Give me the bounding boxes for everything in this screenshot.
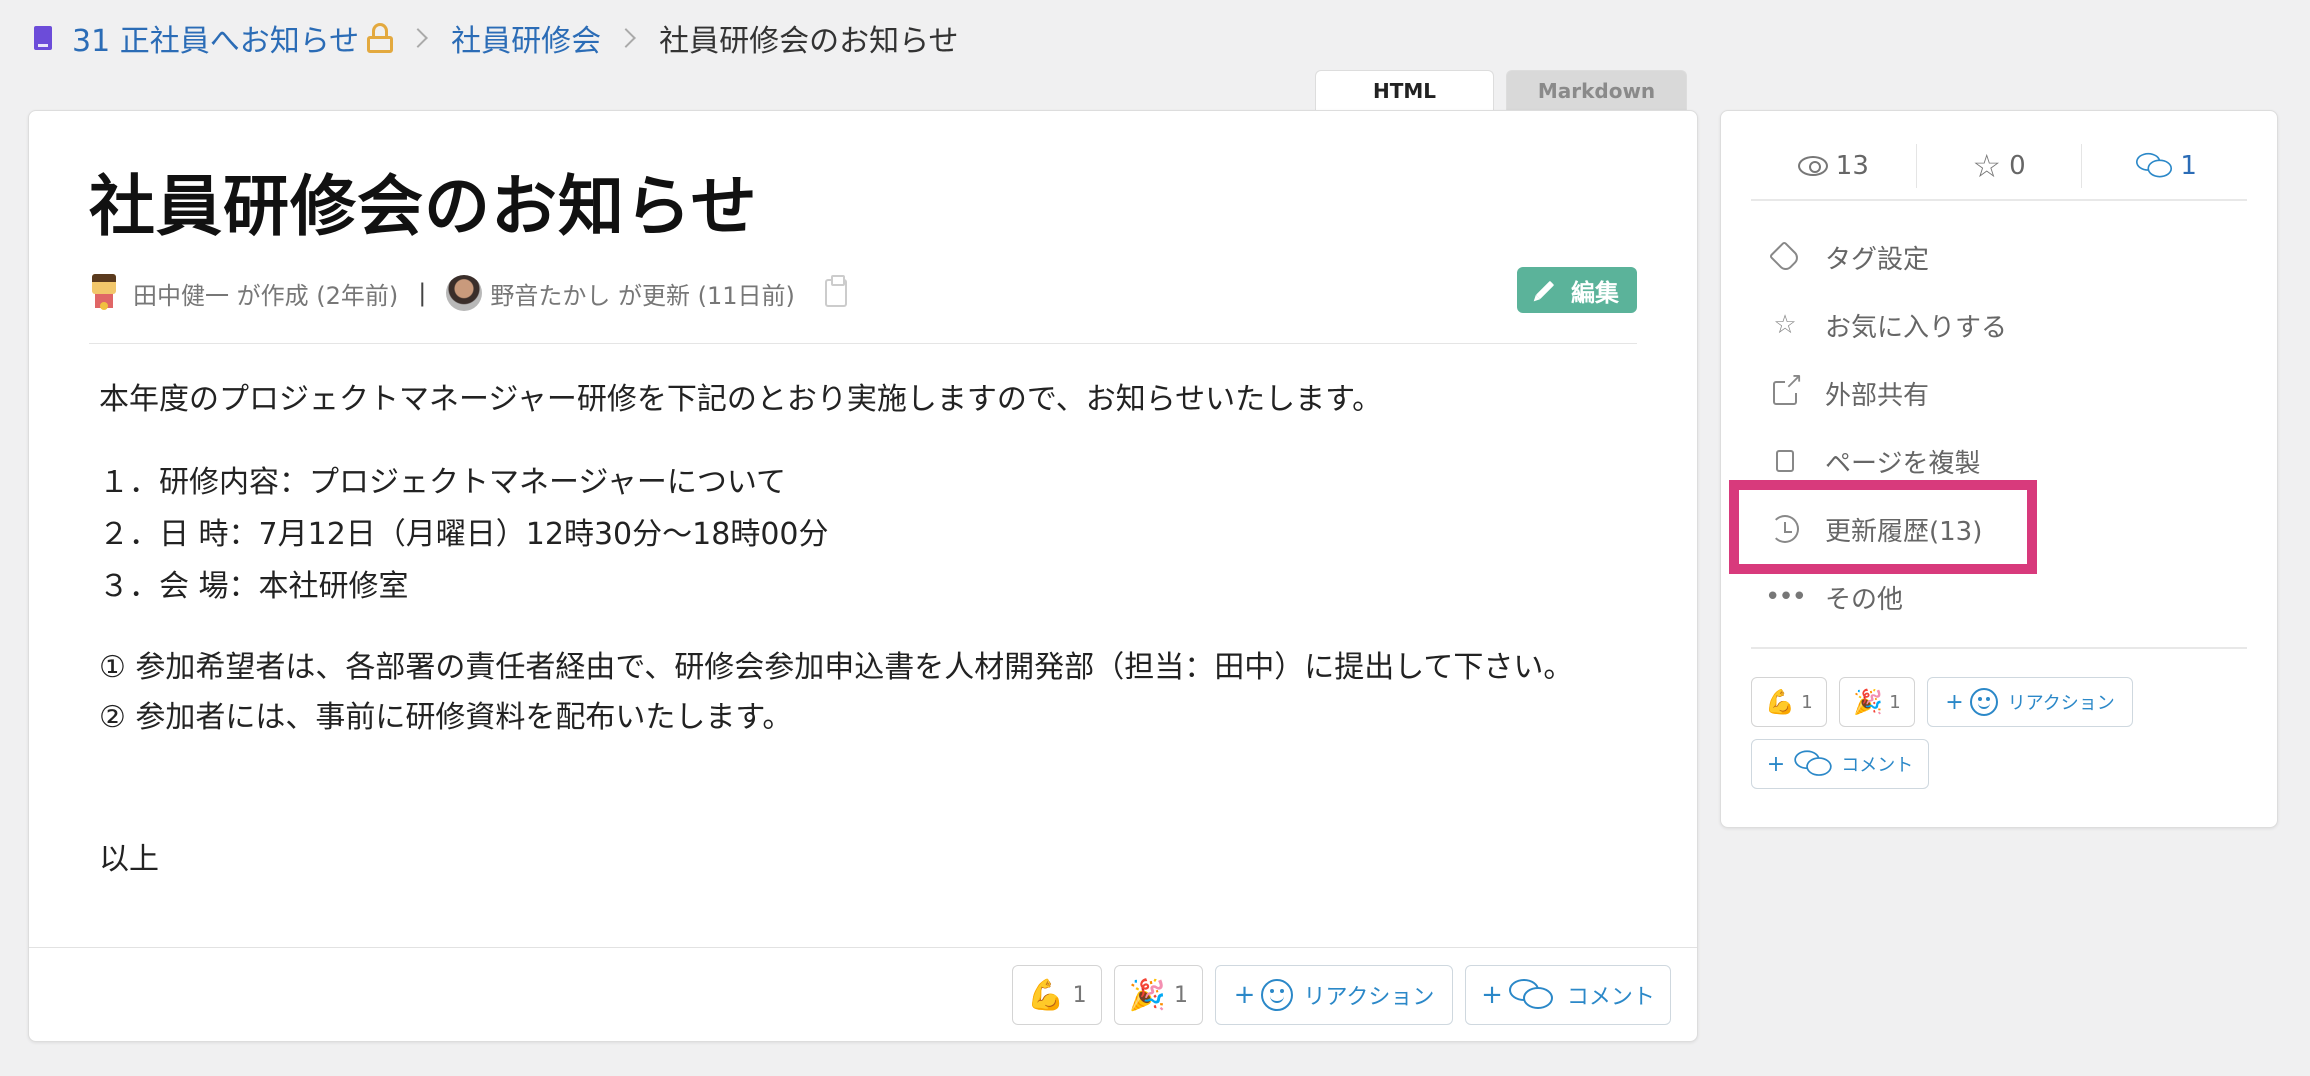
note-item: ① 参加希望者は、各部署の責任者経由で、研修会参加申込書を人材開発部（担当：田中…	[99, 650, 1574, 685]
add-reaction-label: リアクション	[1303, 985, 1435, 1010]
divider	[1751, 647, 2247, 649]
clipboard-icon[interactable]	[824, 275, 847, 307]
page-sidebar: 13 ☆ 0 1 タグ設定 ☆ お気に入りする 外部共有 ページを複製	[1720, 110, 2278, 828]
creator-avatar[interactable]	[89, 274, 119, 312]
plus-icon: +	[1481, 980, 1503, 1010]
list-item: ３．会 場：本社研修室	[99, 569, 409, 604]
tag-icon	[1768, 240, 1802, 274]
reaction-party-popper[interactable]: 🎉 1	[1839, 677, 1915, 727]
smiley-icon	[1969, 688, 1998, 716]
reaction-flexed-biceps[interactable]: 💪 1	[1751, 677, 1827, 727]
reaction-count: 1	[1889, 691, 1901, 713]
menu-item-label: お気に入りする	[1825, 312, 2008, 343]
reaction-count: 1	[1801, 691, 1813, 713]
pencil-icon	[1535, 280, 1555, 300]
plus-icon: +	[1233, 980, 1256, 1010]
view-count[interactable]: 13	[1751, 144, 1916, 188]
highlight-box	[1729, 480, 2037, 574]
star-icon: ☆	[1972, 147, 2002, 185]
lock-icon	[367, 23, 394, 53]
reaction-count: 1	[1072, 982, 1087, 1008]
flexed-biceps-icon: 💪	[1027, 977, 1065, 1013]
plus-icon: +	[1945, 689, 1964, 715]
star-count-value: 0	[2009, 151, 2026, 181]
breadcrumb: 31 正社員へお知らせ 社員研修会 社員研修会のお知らせ	[34, 14, 959, 62]
book-icon	[34, 26, 52, 50]
menu-item-label: ページを複製	[1825, 448, 1981, 479]
updater-avatar[interactable]	[446, 275, 483, 311]
chevron-right-icon	[616, 28, 637, 48]
comment-icon	[1794, 750, 1832, 777]
divider	[29, 947, 1697, 948]
add-comment-button[interactable]: + コメント	[1751, 739, 1929, 789]
more-dots-icon: •••	[1765, 582, 1807, 612]
event-details-list: １．研修内容：プロジェクトマネージャーについて ２．日 時：7月12日（月曜日）…	[99, 457, 1659, 613]
reaction-count: 1	[1174, 982, 1188, 1008]
chevron-right-icon	[408, 28, 429, 48]
smiley-icon	[1261, 979, 1294, 1011]
divider	[89, 343, 1637, 344]
view-count-value: 13	[1835, 151, 1869, 181]
list-item: ２．日 時：7月12日（月曜日）12時30分〜18時00分	[99, 517, 829, 552]
menu-item-external-share[interactable]: 外部共有	[1769, 359, 2007, 427]
star-icon: ☆	[1773, 310, 1797, 340]
page-title: 社員研修会のお知らせ	[89, 168, 758, 245]
add-comment-label: コメント	[1566, 985, 1655, 1010]
menu-item-label: タグ設定	[1825, 244, 1930, 275]
star-count[interactable]: ☆ 0	[1915, 144, 2082, 188]
divider	[1751, 199, 2247, 201]
external-share-icon	[1769, 371, 1803, 409]
breadcrumb-current: 社員研修会のお知らせ	[659, 24, 959, 59]
page-stats: 13 ☆ 0 1	[1751, 131, 2247, 201]
plus-icon: +	[1766, 751, 1786, 777]
sidebar-reactions: 💪 1 🎉 1 + リアクション + コメント	[1751, 677, 2251, 789]
creator-info[interactable]: 田中健一 が作成 (2年前)	[133, 276, 398, 311]
meta-separator: |	[418, 279, 427, 307]
reaction-party-popper[interactable]: 🎉 1	[1113, 965, 1203, 1025]
breadcrumb-section-link[interactable]: 社員研修会	[451, 16, 601, 60]
tab-html[interactable]: HTML	[1315, 70, 1494, 110]
page-content-card: 社員研修会のお知らせ 田中健一 が作成 (2年前) | 野音たかし が更新 (1…	[28, 110, 1698, 1042]
add-reaction-button[interactable]: + リアクション	[1927, 677, 2133, 727]
add-comment-button[interactable]: + コメント	[1465, 965, 1671, 1025]
comment-count[interactable]: 1	[2081, 144, 2247, 188]
add-reaction-button[interactable]: + リアクション	[1215, 965, 1453, 1025]
list-item: １．研修内容：プロジェクトマネージャーについて	[99, 465, 786, 500]
menu-item-label: 外部共有	[1825, 380, 1930, 411]
eye-icon	[1797, 156, 1828, 176]
comment-icon	[2136, 152, 2173, 179]
tab-markdown[interactable]: Markdown	[1506, 70, 1687, 110]
menu-item-favorite[interactable]: ☆ お気に入りする	[1769, 291, 2007, 359]
comment-icon	[1508, 979, 1553, 1011]
reaction-flexed-biceps[interactable]: 💪 1	[1012, 965, 1102, 1025]
closing-text: 以上	[99, 842, 159, 877]
menu-item-tag-settings[interactable]: タグ設定	[1768, 223, 2007, 291]
add-reaction-label: リアクション	[2007, 693, 2115, 714]
updater-info[interactable]: 野音たかし が更新 (11日前)	[490, 276, 795, 311]
edit-button[interactable]: 編集	[1517, 267, 1637, 313]
copy-icon	[1769, 445, 1801, 484]
page-reactions: 💪 1 🎉 1 + リアクション + コメント	[1012, 965, 1671, 1025]
breadcrumb-book-link[interactable]: 31 正社員へお知らせ	[72, 16, 359, 60]
menu-item-label: その他	[1825, 584, 1904, 615]
edit-button-label: 編集	[1571, 278, 1619, 307]
page-meta: 田中健一 が作成 (2年前) | 野音たかし が更新 (11日前)	[89, 271, 847, 315]
note-item: ② 参加者には、事前に研修資料を配布いたします。	[99, 700, 793, 735]
intro-paragraph: 本年度のプロジェクトマネージャー研修を下記のとおり実施しますので、お知らせいたし…	[99, 382, 1383, 417]
notes-paragraph: ① 参加希望者は、各部署の責任者経由で、研修会参加申込書を人材開発部（担当：田中…	[99, 643, 1659, 743]
party-popper-icon: 🎉	[1853, 688, 1884, 716]
comment-count-value: 1	[2180, 151, 2197, 181]
party-popper-icon: 🎉	[1128, 977, 1166, 1013]
add-comment-label: コメント	[1841, 755, 1914, 776]
flexed-biceps-icon: 💪	[1765, 688, 1796, 716]
